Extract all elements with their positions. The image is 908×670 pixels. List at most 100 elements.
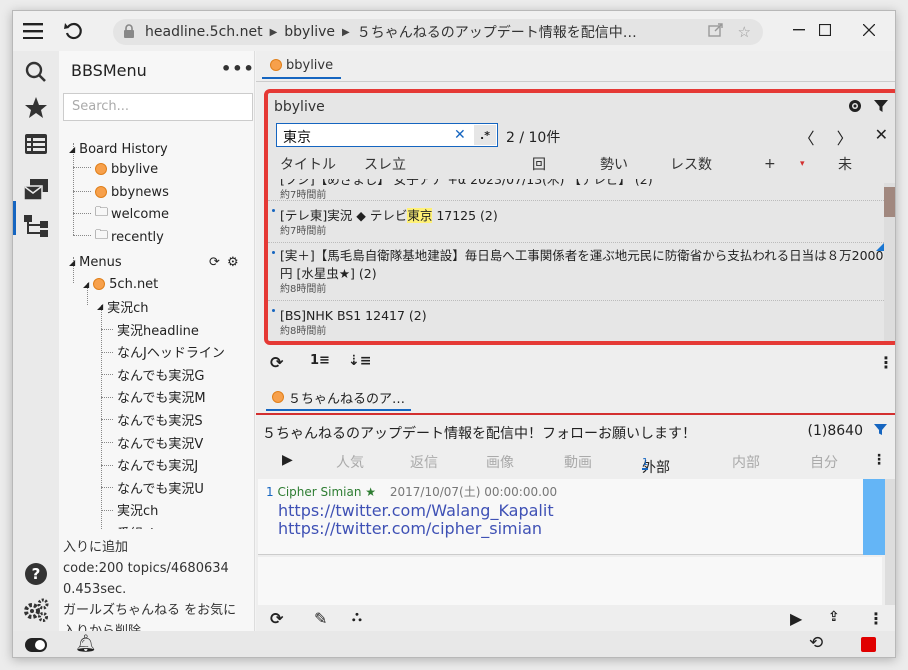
board-favicon-icon <box>95 163 107 175</box>
log-line: ガールズちゃんねる をお気に <box>63 603 237 618</box>
clear-search-icon[interactable]: ✕ <box>454 127 466 143</box>
kebab-menu-icon[interactable]: ⋮ <box>868 609 884 628</box>
maximize-button[interactable] <box>803 17 847 43</box>
tree-item-board[interactable]: なんでも実況G <box>117 364 204 384</box>
undo-icon[interactable] <box>59 17 87 45</box>
tree-node-menus[interactable]: ◢ Menus ⟳ ⚙ <box>69 252 249 272</box>
stop-icon[interactable] <box>861 637 876 656</box>
unread-dot <box>272 251 275 254</box>
tab-bbylive[interactable]: bbylive <box>262 53 342 79</box>
filter-popular[interactable]: 人気 <box>336 452 364 472</box>
filter-icon[interactable] <box>874 423 887 440</box>
tree-item-board[interactable]: なんでも実況J <box>117 455 198 475</box>
refresh-icon[interactable]: ⟳ <box>270 353 283 372</box>
column-new[interactable]: + <box>764 156 776 172</box>
thread-row[interactable]: [テレ東]実況 ◆ テレビ東京 17125 (2) 約7時間前 <box>268 203 888 243</box>
tree-item-board[interactable]: 実況headline <box>117 319 199 339</box>
filter-replies[interactable]: 返信 <box>410 452 438 472</box>
post-number[interactable]: 1 <box>266 485 274 499</box>
toggle-switch-icon[interactable] <box>25 638 47 656</box>
thread-time: 約8時間前 <box>280 284 327 295</box>
post-link[interactable]: https://twitter.com/cipher_simian <box>278 519 542 538</box>
bell-icon[interactable]: 🔔︎ <box>75 634 97 654</box>
thread-row[interactable]: [フジ]【めざまし】 女子アナ +α 2023/07/13(木) 【テレビ】 (… <box>268 179 888 201</box>
tree-node-category[interactable]: ◢ 実況ch <box>97 296 149 316</box>
ordered-list-icon[interactable]: 1≡ <box>310 353 330 368</box>
tree-item-board[interactable]: なんでも実況U <box>117 477 204 497</box>
filter-internal[interactable]: 内部 <box>732 452 760 472</box>
close-search-icon[interactable]: ✕ <box>875 125 888 149</box>
play-icon[interactable]: ▶ <box>790 609 802 628</box>
search-icon[interactable] <box>23 59 49 85</box>
tree-node-board-history[interactable]: ◢ Board History <box>69 139 168 159</box>
star-outline-icon[interactable]: ☆ <box>738 23 751 41</box>
tree-guide-line <box>101 509 113 511</box>
settings-gears-icon[interactable] <box>23 597 49 623</box>
tree-item-recently[interactable]: 🗀 recently <box>95 227 164 247</box>
post: 1 Cipher Simian ★ 2017/10/07(土) 00:00:00… <box>258 479 882 555</box>
sidebar-search-input[interactable]: Search... <box>63 93 253 121</box>
tree-item-bbynews[interactable]: bbynews <box>95 182 169 202</box>
tree-guide-line <box>73 235 91 236</box>
tree-view-icon[interactable]: ⛬ <box>352 609 362 625</box>
more-options-icon[interactable]: ••• <box>221 59 255 78</box>
post-author[interactable]: Cipher Simian ★ <box>277 485 376 499</box>
thread-list-toolbar: ⟳ 1≡ ⇣≡ ⋮ <box>264 351 894 377</box>
post-link[interactable]: https://twitter.com/Walang_Kapalit <box>278 501 554 520</box>
thread-row[interactable]: [BS]NHK BS1 12417 (2) 約8時間前 <box>268 303 888 341</box>
column-unread[interactable]: 未 <box>838 154 852 174</box>
kebab-menu-icon[interactable]: ⋮ <box>878 353 894 372</box>
column-count[interactable]: 回 <box>532 154 546 174</box>
hamburger-menu-icon[interactable] <box>19 17 47 45</box>
panel-title: bbylive <box>274 99 325 115</box>
column-created[interactable]: スレ立 <box>364 154 406 174</box>
column-title[interactable]: タイトル <box>280 154 336 174</box>
sitemap-icon[interactable] <box>23 213 49 239</box>
play-icon[interactable]: ▶ <box>282 452 293 468</box>
filter-images[interactable]: 画像 <box>486 452 514 472</box>
kebab-menu-icon[interactable]: ⋮ <box>872 452 886 468</box>
caret-down-icon: ◢ <box>69 257 76 267</box>
column-res-count[interactable]: レス数 <box>670 154 712 174</box>
scrollbar-thumb[interactable] <box>884 187 895 217</box>
help-icon[interactable]: ? <box>23 561 49 587</box>
refresh-icon[interactable]: ⟳ <box>209 255 220 270</box>
share-icon[interactable]: ⇪ <box>828 609 840 625</box>
tree-guide-line <box>73 167 91 168</box>
tree-item-bbylive[interactable]: bbylive <box>95 159 158 179</box>
lock-icon <box>123 24 137 40</box>
panel-scrollbar[interactable] <box>884 183 895 341</box>
filter-videos[interactable]: 動画 <box>564 452 592 472</box>
next-result-icon[interactable]: 〉 <box>837 125 853 149</box>
tree-item-welcome[interactable]: 🗀 welcome <box>95 204 169 224</box>
star-icon[interactable] <box>23 95 49 121</box>
gear-icon[interactable]: ⚙ <box>227 255 239 270</box>
thread-scrollbar[interactable] <box>885 479 895 605</box>
previous-result-icon[interactable]: 〈 <box>799 125 815 149</box>
sync-icon[interactable]: ⟲ <box>809 633 823 653</box>
thread-row[interactable]: [実＋]【馬毛島自衛隊基地建設】毎日島へ工事関係者を運ぶ地元民に防衛省から支払わ… <box>268 245 888 301</box>
refresh-icon[interactable]: ⟳ <box>270 609 283 628</box>
tree-node-5ch[interactable]: ◢ 5ch.net <box>83 274 158 294</box>
share-icon[interactable] <box>707 23 724 41</box>
tab-thread[interactable]: ５ちゃんねるのア… <box>266 385 412 411</box>
column-momentum[interactable]: 勢い <box>600 154 628 174</box>
filter-self[interactable]: 自分 <box>810 452 838 472</box>
tree-item-board[interactable]: 実況ch <box>117 500 158 520</box>
post-filter-bar: ▶ 人気 返信 画像 動画 外部 1 内部 自分 ⋮ <box>282 452 886 476</box>
mail-stack-icon[interactable] <box>23 177 49 203</box>
tree-item-board[interactable]: なんJヘッドライン <box>117 342 225 362</box>
regex-toggle-button[interactable]: .* <box>474 125 496 145</box>
tree-item-board[interactable]: 番組ch <box>117 522 158 529</box>
list-icon[interactable] <box>23 131 49 157</box>
tree-item-board[interactable]: なんでも実況M <box>117 387 206 407</box>
board-favicon-icon <box>272 391 284 403</box>
view-toggle-icon[interactable] <box>848 99 862 117</box>
close-window-button[interactable] <box>847 17 891 43</box>
edit-icon[interactable]: ✎ <box>314 609 327 628</box>
address-bar[interactable]: headline.5ch.net ▶ bbylive ▶ ５ちゃんねるのアップデ… <box>113 19 763 45</box>
tree-item-board[interactable]: なんでも実況S <box>117 409 203 429</box>
tree-item-board[interactable]: なんでも実況V <box>117 432 203 452</box>
sort-icon[interactable]: ⇣≡ <box>348 353 371 369</box>
filter-icon[interactable] <box>874 99 888 117</box>
